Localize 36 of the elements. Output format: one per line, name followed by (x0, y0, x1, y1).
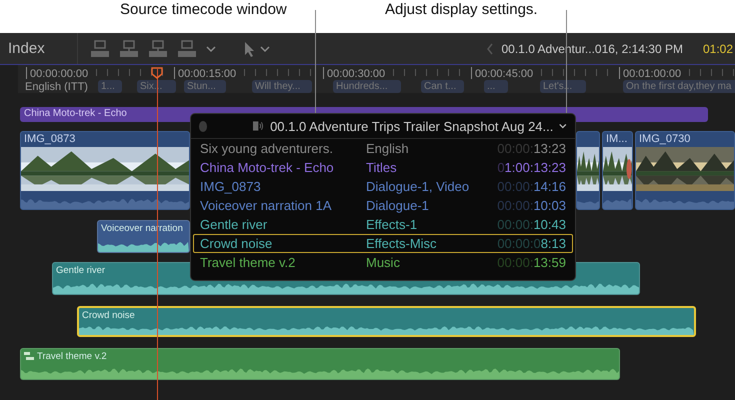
clip-name: Travel theme v.2 (200, 255, 296, 270)
timecode: 01:00:13:23 (496, 160, 566, 175)
role-label: Dialogue-1, Video (366, 179, 470, 194)
role-label: Titles (366, 160, 398, 175)
clip-name: IMG_0873 (23, 132, 76, 147)
timecode: 00:00:08:13 (496, 236, 566, 251)
clip-name: China Moto-trek - Echo (200, 160, 335, 175)
role-label: Effects-1 (366, 217, 418, 232)
ruler-timecode: 00:00:15:00 (178, 68, 236, 80)
timecode: 00:00:14:16 (496, 179, 566, 194)
callout-label: Adjust display settings. (385, 1, 538, 18)
role-label: English (366, 141, 410, 156)
ruler-timecode: 00:01:00:00 (623, 68, 682, 80)
clip-name: Crowd noise (81, 309, 136, 323)
callout-label: Source timecode window (120, 1, 287, 18)
window-title: 00.1.0 Adventure Trips Trailer Snapshot Aug 24... (270, 118, 554, 134)
timecode-display: 01:02 (702, 42, 733, 56)
role-label: Music (366, 255, 401, 270)
clip-name: Gentle river (55, 264, 106, 278)
clip-name: IMG_0873 (200, 179, 262, 194)
clip-name: IM... (605, 132, 628, 147)
role-label: Dialogue-1 (366, 198, 430, 213)
timecode: 00:00:10:03 (496, 198, 566, 213)
clip-name: Voiceover narration 1A (200, 198, 333, 213)
clip-name: IMG_0730 (638, 132, 692, 147)
clip-name: Crowd noise (200, 236, 274, 251)
ruler-timecode: 00:00:30:00 (327, 68, 386, 80)
ruler-timecode: 00:00:00:00 (30, 68, 88, 80)
ruler-timecode: 00:00:45:00 (475, 68, 534, 80)
clip-name: Travel theme v.2 (21, 349, 619, 364)
timecode: 00:00:13:59 (496, 255, 566, 270)
clip-name: Six young adventurers. (200, 141, 334, 156)
timecode: 00:00:10:43 (496, 217, 566, 232)
caption-track-label: English (ITT) (25, 81, 88, 93)
clip-name: Gentle river (200, 217, 268, 232)
role-label: Effects-Misc (366, 236, 438, 251)
